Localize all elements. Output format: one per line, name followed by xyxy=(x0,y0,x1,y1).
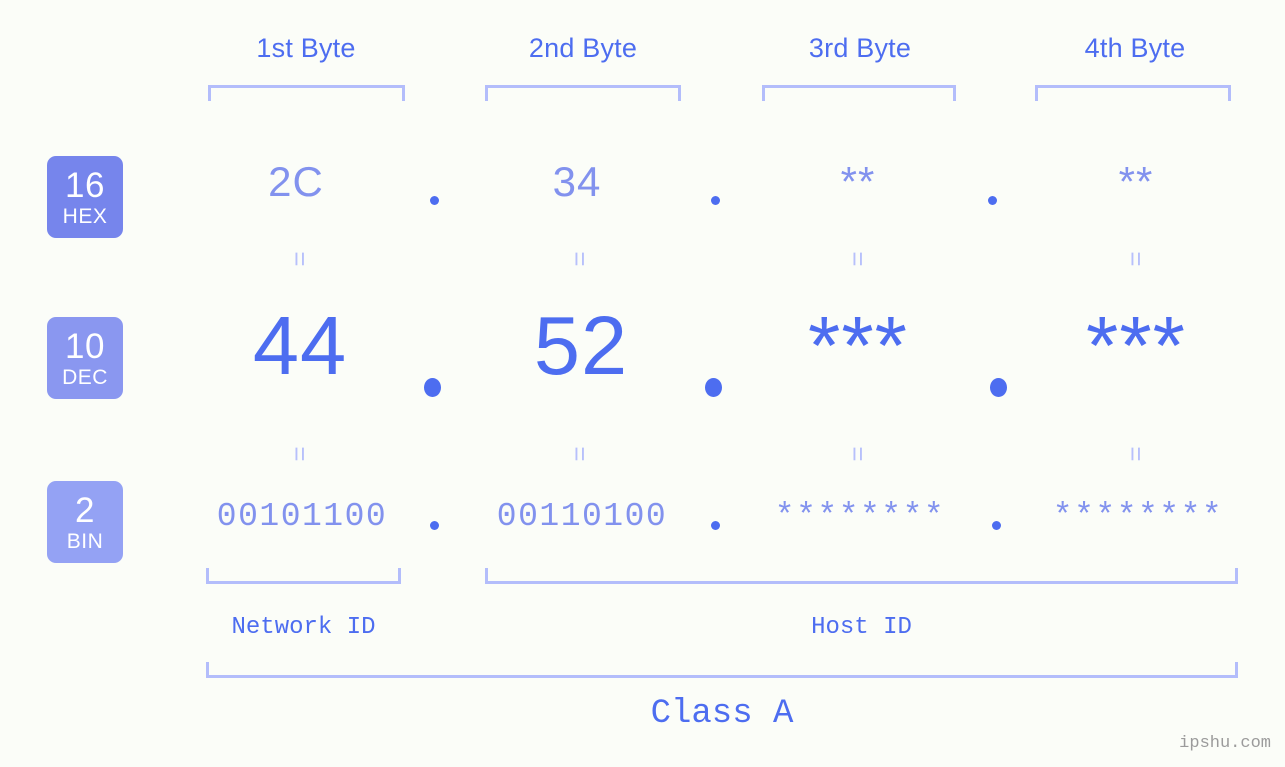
byte-bracket-3 xyxy=(762,85,956,101)
watermark: ipshu.com xyxy=(1179,734,1271,753)
equals-mark-hexdec-3: = xyxy=(843,251,873,267)
base-badge-dec-number: 10 xyxy=(65,326,105,366)
equals-mark-decbin-2: = xyxy=(565,446,595,462)
bin-dot-3 xyxy=(992,521,1001,530)
base-badge-bin-number: 2 xyxy=(75,490,95,530)
class-label: Class A xyxy=(650,695,794,733)
dec-byte-3: *** xyxy=(808,299,908,392)
dec-byte-1: 44 xyxy=(252,299,348,392)
equals-mark-hexdec-2: = xyxy=(565,251,595,267)
hex-byte-4: ** xyxy=(1118,158,1154,205)
byte-bracket-1 xyxy=(208,85,405,101)
base-badge-hex: 16 HEX xyxy=(47,156,123,238)
ip-breakdown-diagram: 1st Byte 2nd Byte 3rd Byte 4th Byte 16 H… xyxy=(0,0,1285,767)
base-badge-dec: 10 DEC xyxy=(47,317,123,399)
equals-mark-decbin-1: = xyxy=(285,446,315,462)
equals-mark-hexdec-1: = xyxy=(285,251,315,267)
byte-bracket-4 xyxy=(1035,85,1231,101)
bin-byte-2: 00110100 xyxy=(496,498,668,535)
base-badge-dec-abbr: DEC xyxy=(62,365,108,389)
dec-byte-2: 52 xyxy=(533,299,629,392)
base-badge-bin-abbr: BIN xyxy=(66,529,104,553)
base-badge-hex-number: 16 xyxy=(65,165,105,205)
equals-mark-hexdec-4: = xyxy=(1121,251,1151,267)
hex-dot-3 xyxy=(988,196,997,205)
host-id-label: Host ID xyxy=(811,614,912,641)
byte-bracket-2 xyxy=(485,85,681,101)
bin-byte-4: ******** xyxy=(1052,498,1224,535)
bin-byte-1: 00101100 xyxy=(216,498,388,535)
bin-dot-1 xyxy=(430,521,439,530)
class-bracket xyxy=(206,662,1238,678)
byte-header-4: 4th Byte xyxy=(1084,33,1186,63)
bin-byte-3: ******** xyxy=(774,498,946,535)
dec-dot-3 xyxy=(990,378,1007,397)
hex-dot-2 xyxy=(711,196,720,205)
equals-mark-decbin-4: = xyxy=(1121,446,1151,462)
hex-byte-3: ** xyxy=(840,158,876,205)
dec-dot-2 xyxy=(705,378,722,397)
dec-dot-1 xyxy=(424,378,441,397)
base-badge-hex-abbr: HEX xyxy=(62,204,108,228)
network-id-label: Network ID xyxy=(231,614,376,641)
equals-mark-decbin-3: = xyxy=(843,446,873,462)
hex-byte-1: 2C xyxy=(268,158,324,205)
byte-header-1: 1st Byte xyxy=(256,33,356,63)
base-badge-bin: 2 BIN xyxy=(47,481,123,563)
dec-byte-4: *** xyxy=(1086,299,1186,392)
network-id-bracket xyxy=(206,568,401,584)
bin-dot-2 xyxy=(711,521,720,530)
hex-dot-1 xyxy=(430,196,439,205)
byte-header-2: 2nd Byte xyxy=(528,33,638,63)
host-id-bracket xyxy=(485,568,1238,584)
byte-header-3: 3rd Byte xyxy=(808,33,912,63)
hex-byte-2: 34 xyxy=(552,158,602,205)
